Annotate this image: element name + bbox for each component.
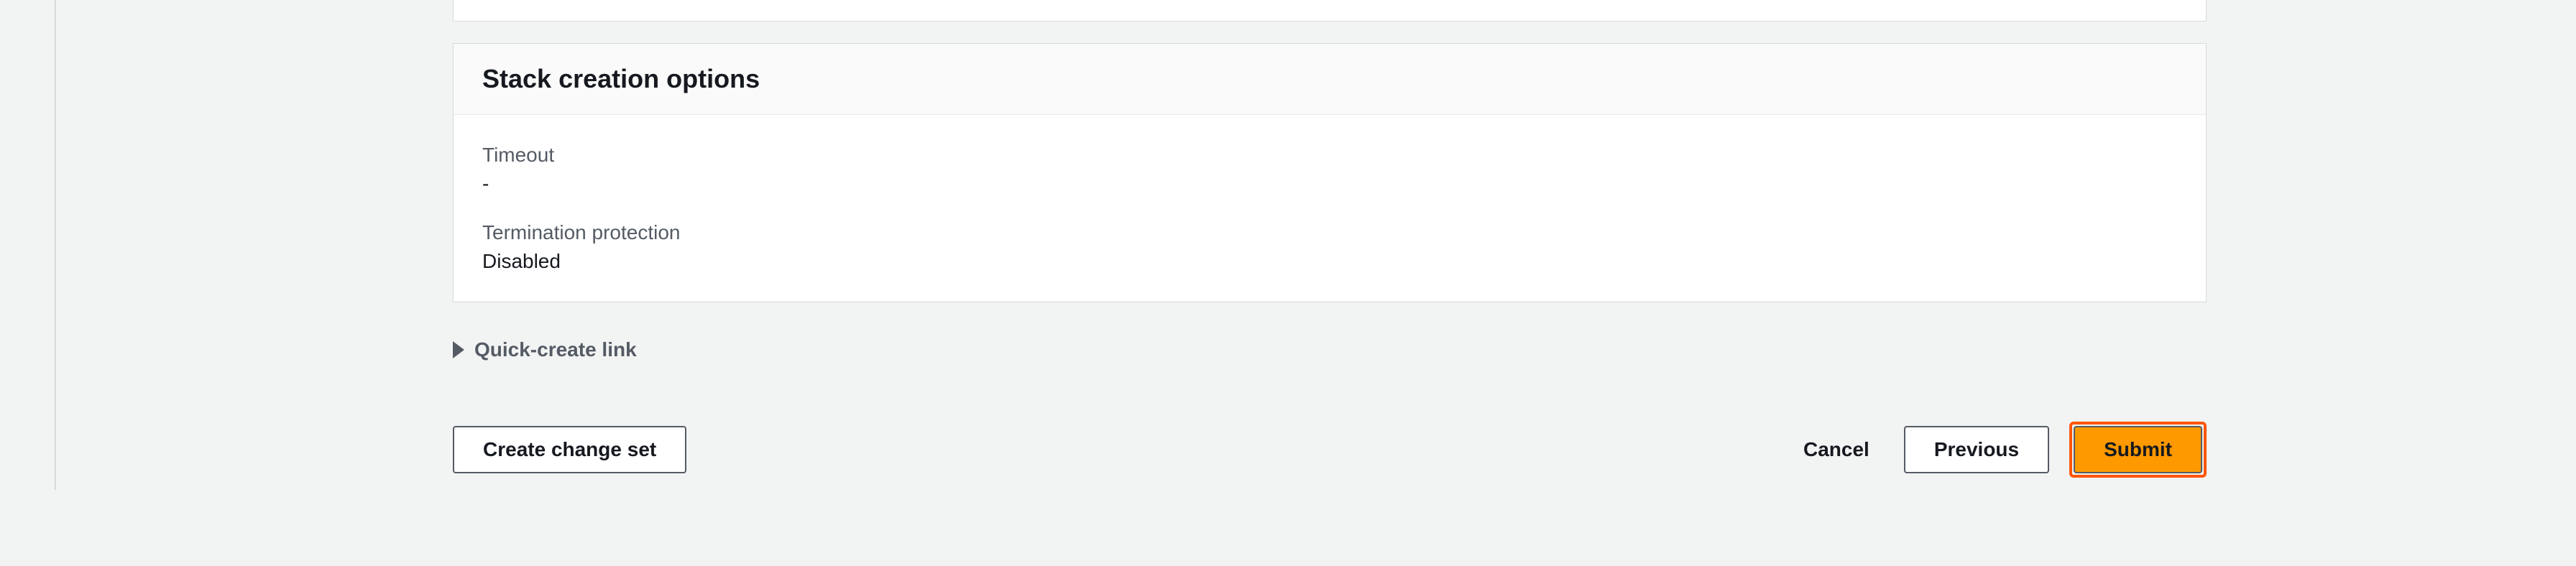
termination-protection-field: Termination protection Disabled <box>482 221 2177 273</box>
quick-create-link-toggle[interactable]: Quick-create link <box>453 324 2207 376</box>
main-content: Stack creation options Timeout - Termina… <box>453 0 2207 478</box>
quick-create-link-label: Quick-create link <box>474 338 637 361</box>
timeout-field: Timeout - <box>482 144 2177 195</box>
termination-protection-value: Disabled <box>482 250 2177 273</box>
sidebar-divider <box>55 0 56 490</box>
card-body: Timeout - Termination protection Disable… <box>454 115 2206 302</box>
button-row-left: Create change set <box>453 426 686 473</box>
timeout-label: Timeout <box>482 144 2177 167</box>
submit-button[interactable]: Submit <box>2074 426 2202 473</box>
expand-right-icon <box>453 341 464 358</box>
previous-button[interactable]: Previous <box>1904 426 2049 473</box>
card-header: Stack creation options <box>454 44 2206 115</box>
card-title: Stack creation options <box>482 64 2177 94</box>
timeout-value: - <box>482 172 2177 195</box>
button-row-right: Cancel Previous Submit <box>1789 422 2207 478</box>
termination-protection-label: Termination protection <box>482 221 2177 244</box>
cancel-button[interactable]: Cancel <box>1789 428 1884 471</box>
create-change-set-button[interactable]: Create change set <box>453 426 686 473</box>
wizard-button-row: Create change set Cancel Previous Submit <box>453 422 2207 478</box>
submit-highlight: Submit <box>2069 422 2207 478</box>
stack-creation-options-card: Stack creation options Timeout - Termina… <box>453 43 2207 302</box>
previous-card-bottom-edge <box>453 0 2207 22</box>
